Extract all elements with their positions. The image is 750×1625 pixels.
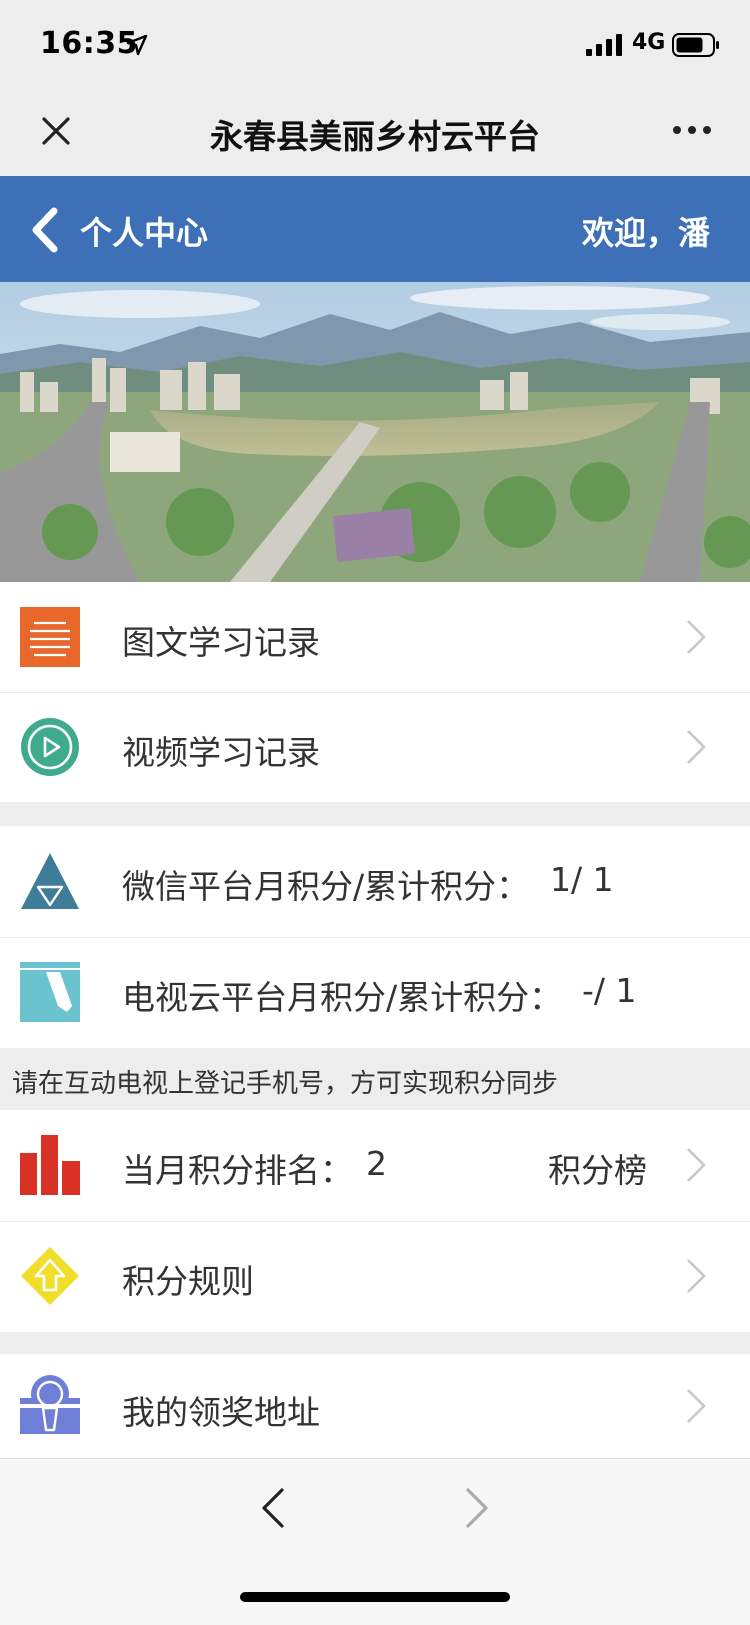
monthly-ranking-label: 当月积分排名：	[122, 1151, 353, 1190]
up-arrow-diamond-icon	[21, 1247, 79, 1305]
prize-address-item[interactable]: 我的领奖地址	[0, 1354, 750, 1458]
back-chevron-icon[interactable]	[28, 206, 62, 254]
tv-pencil-icon	[20, 962, 80, 1022]
video-play-icon	[21, 718, 79, 776]
video-record-item[interactable]: 视频学习记录	[0, 692, 750, 802]
prize-address-label: 我的领奖地址	[122, 1393, 320, 1432]
browser-forward-icon[interactable]	[462, 1484, 492, 1532]
monthly-ranking-item[interactable]: 当月积分排名： 2 积分榜	[0, 1110, 750, 1220]
sync-notice-text: 请在互动电视上登记手机号，方可实现积分同步	[12, 1069, 559, 1099]
header-title: 个人中心	[80, 214, 209, 252]
bar-chart-icon	[20, 1135, 80, 1195]
article-record-item[interactable]: 图文学习记录	[0, 582, 750, 692]
status-time: 16:35	[40, 26, 138, 61]
article-list-icon	[20, 607, 80, 667]
points-rules-label: 积分规则	[122, 1262, 254, 1301]
network-type: 4G	[632, 30, 666, 55]
chevron-right-icon	[687, 1389, 706, 1423]
page-title: 永春县美丽乡村云平台	[210, 117, 540, 156]
learning-records-card: 图文学习记录 视频学习记录	[0, 582, 750, 802]
more-options-icon[interactable]	[672, 124, 712, 136]
chevron-right-icon	[687, 1259, 706, 1293]
wechat-points-value: 1/ 1	[550, 860, 614, 899]
address-card: 我的领奖地址	[0, 1354, 750, 1458]
sync-notice: 请在互动电视上登记手机号，方可实现积分同步	[0, 1048, 750, 1110]
town-landscape-banner	[0, 282, 750, 582]
points-rules-item[interactable]: 积分规则	[0, 1221, 750, 1331]
battery-icon	[672, 33, 719, 57]
chevron-right-icon	[687, 1148, 706, 1182]
triangle-badge-icon	[21, 853, 79, 909]
ranking-card: 当月积分排名： 2 积分榜 积分规则	[0, 1110, 750, 1332]
wechat-points-label: 微信平台月积分/累计积分：	[122, 867, 530, 906]
monthly-ranking-value: 2	[366, 1144, 387, 1183]
video-record-label: 视频学习记录	[122, 733, 320, 772]
points-card: 微信平台月积分/累计积分： 1/ 1 电视云平台月积分/累计积分： -/ 1	[0, 826, 750, 1048]
chevron-right-icon	[687, 730, 706, 764]
chevron-right-icon	[687, 620, 706, 654]
tv-points-label: 电视云平台月积分/累计积分：	[122, 978, 563, 1017]
trophy-pin-icon	[20, 1375, 80, 1434]
welcome-text: 欢迎，潘	[581, 214, 710, 252]
location-arrow-icon	[126, 34, 148, 56]
tv-points-value: -/ 1	[582, 971, 637, 1010]
signal-bars-icon	[586, 34, 622, 56]
article-record-label: 图文学习记录	[122, 623, 320, 662]
browser-back-icon[interactable]	[258, 1484, 288, 1532]
close-icon[interactable]	[38, 113, 74, 149]
status-bar: 16:35 4G	[0, 0, 750, 88]
home-indicator	[240, 1592, 510, 1602]
tv-points-item: 电视云平台月积分/累计积分： -/ 1	[0, 937, 750, 1047]
wechat-points-item: 微信平台月积分/累计积分： 1/ 1	[0, 826, 750, 936]
leaderboard-link[interactable]: 积分榜	[548, 1144, 647, 1192]
